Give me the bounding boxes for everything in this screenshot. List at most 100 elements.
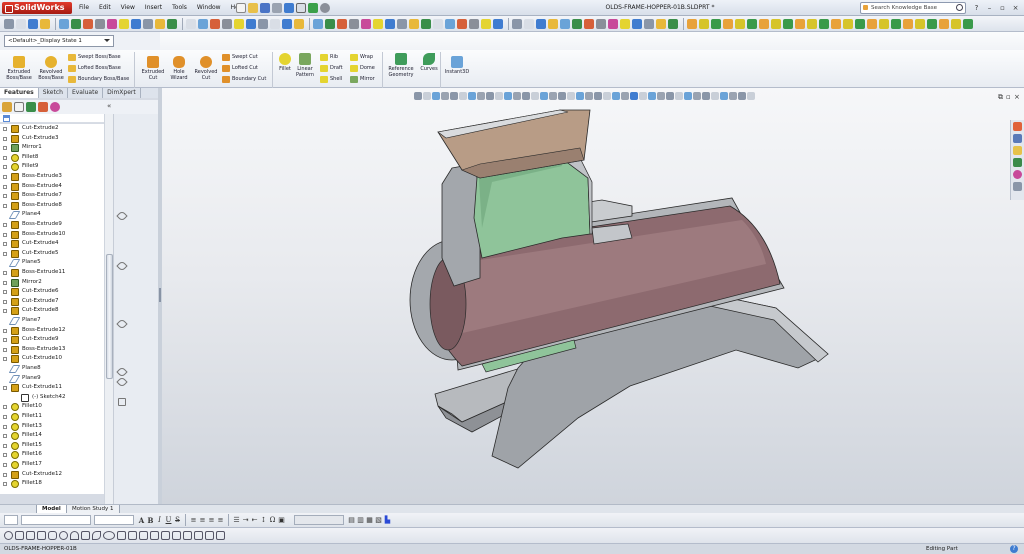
expand-toggle-icon[interactable] [3, 443, 7, 448]
appearances-icon[interactable] [1013, 170, 1022, 179]
slot-icon[interactable] [48, 531, 57, 540]
hide-show-icon[interactable] [210, 18, 220, 29]
display-style-icon[interactable] [198, 18, 208, 29]
section-view-icon[interactable] [723, 18, 733, 29]
trim-icon[interactable] [584, 18, 594, 29]
spacing-icon[interactable]: ↕ [259, 516, 268, 524]
color-icon[interactable]: ▣ [277, 516, 286, 524]
feature-tree-item[interactable]: Boss-Extrude3 [0, 172, 104, 182]
expand-toggle-icon[interactable] [3, 472, 7, 477]
mirror-button[interactable]: Mirror [350, 75, 375, 84]
standard-views-icon[interactable] [687, 18, 697, 29]
repair-icon[interactable] [205, 531, 214, 540]
hide-show-icon[interactable] [457, 18, 467, 29]
italic-toggle[interactable]: I [155, 516, 164, 524]
align-center-icon[interactable]: ≡ [198, 516, 207, 524]
sketch-icon[interactable] [4, 531, 13, 540]
feature-tree-item[interactable]: Plane4 [0, 210, 104, 220]
expand-toggle-icon[interactable] [3, 232, 7, 237]
extruded-boss-button[interactable]: Extruded Boss/Base [4, 56, 34, 81]
feature-tree-item[interactable]: Boss-Extrude12 [0, 326, 104, 336]
search-icon[interactable] [956, 4, 963, 11]
offset-icon[interactable] [361, 18, 371, 29]
display-style-icon[interactable] [939, 18, 949, 29]
style-selector[interactable] [4, 515, 18, 525]
feature-tree-item[interactable]: Cut-Extrude11 [0, 383, 104, 393]
feature-tree-item[interactable]: Mirror1 [0, 143, 104, 153]
wrap-button[interactable]: Wrap [350, 53, 373, 62]
select-arrow-icon[interactable] [296, 3, 306, 13]
menu-file[interactable]: File [74, 3, 94, 13]
rotate-icon[interactable] [656, 18, 666, 29]
extruded-cut-button[interactable]: Extruded Cut [138, 56, 168, 81]
mirror-icon[interactable] [620, 18, 630, 29]
feature-tree-item[interactable]: Boss-Extrude4 [0, 182, 104, 192]
print-icon[interactable] [272, 3, 282, 13]
feature-tree-item[interactable]: Plane8 [0, 364, 104, 374]
new-document-icon[interactable] [236, 3, 246, 13]
draft-button[interactable]: Draft [320, 64, 343, 73]
expand-toggle-icon[interactable] [3, 347, 7, 352]
sketch-icon[interactable] [512, 18, 522, 29]
convert-icon[interactable] [95, 18, 105, 29]
convert-icon[interactable] [843, 18, 853, 29]
feature-tree-item[interactable]: Cut-Extrude2 [0, 124, 104, 134]
sketch-icon[interactable] [258, 18, 268, 29]
feature-filter[interactable] [0, 114, 113, 123]
chart-icon[interactable]: ▙ [383, 516, 392, 524]
trim-icon[interactable] [831, 18, 841, 29]
feature-tree-scrollbar[interactable] [104, 114, 113, 504]
expand-toggle-icon[interactable] [3, 482, 7, 487]
appearance-icon[interactable] [735, 18, 745, 29]
help-button[interactable]: ? [970, 3, 983, 13]
appearance-icon[interactable] [234, 18, 244, 29]
expand-toggle-icon[interactable] [3, 434, 7, 439]
display-style-icon[interactable] [445, 18, 455, 29]
mirror-entities-icon[interactable] [161, 531, 170, 540]
boundary-boss-button[interactable]: Boundary Boss/Base [68, 75, 129, 84]
tab-dimxpert[interactable]: DimXpert [103, 88, 141, 98]
spline-icon[interactable] [325, 18, 335, 29]
feature-tree-item[interactable]: Cut-Extrude12 [0, 470, 104, 480]
expand-toggle-icon[interactable] [3, 453, 7, 458]
arc-icon[interactable] [70, 531, 79, 540]
expand-toggle-icon[interactable] [3, 155, 7, 160]
pan-icon[interactable] [915, 18, 925, 29]
file-explorer-icon[interactable] [1013, 146, 1022, 155]
convert-icon[interactable] [349, 18, 359, 29]
expand-toggle-icon[interactable] [3, 290, 7, 295]
line-color-icon[interactable]: ▥ [356, 516, 365, 524]
offset-icon[interactable] [107, 18, 117, 29]
spline-icon[interactable] [572, 18, 582, 29]
standard-views-icon[interactable] [927, 18, 937, 29]
rotate-icon[interactable] [155, 18, 165, 29]
expand-toggle-icon[interactable] [3, 242, 7, 247]
swept-cut-button[interactable]: Swept Cut [222, 53, 258, 62]
pattern-icon[interactable] [172, 531, 181, 540]
feature-tree-item[interactable]: Mirror2 [0, 278, 104, 288]
sketch-icon[interactable] [4, 18, 14, 29]
font-select[interactable] [21, 515, 91, 525]
expand-toggle-icon[interactable] [3, 165, 7, 170]
expand-toggle-icon[interactable] [3, 405, 7, 410]
offset-icon[interactable] [608, 18, 618, 29]
expand-toggle-icon[interactable] [3, 338, 7, 343]
feature-tree-item[interactable]: Fillet9 [0, 162, 104, 172]
line-icon[interactable] [536, 18, 546, 29]
fillet-button[interactable]: Fillet [276, 53, 294, 72]
tab-features[interactable]: Features [0, 88, 39, 98]
dimxpert-manager-icon[interactable] [38, 102, 48, 112]
scene-icon[interactable] [246, 18, 256, 29]
solidworks-resources-icon[interactable] [1013, 122, 1022, 131]
standard-views-icon[interactable] [433, 18, 443, 29]
ellipse-icon[interactable] [103, 531, 115, 540]
expand-toggle-icon[interactable] [3, 328, 7, 333]
feature-tree-item[interactable]: Fillet13 [0, 422, 104, 432]
circle-icon[interactable] [294, 18, 304, 29]
strikethrough-toggle[interactable]: S [173, 516, 182, 524]
zoom-area-icon[interactable] [397, 18, 407, 29]
hidden-plane-icon[interactable] [116, 318, 128, 330]
feature-tree-item[interactable]: Cut-Extrude10 [0, 354, 104, 364]
table-icon[interactable]: ▧ [374, 516, 383, 524]
sketch-icon[interactable] [759, 18, 769, 29]
